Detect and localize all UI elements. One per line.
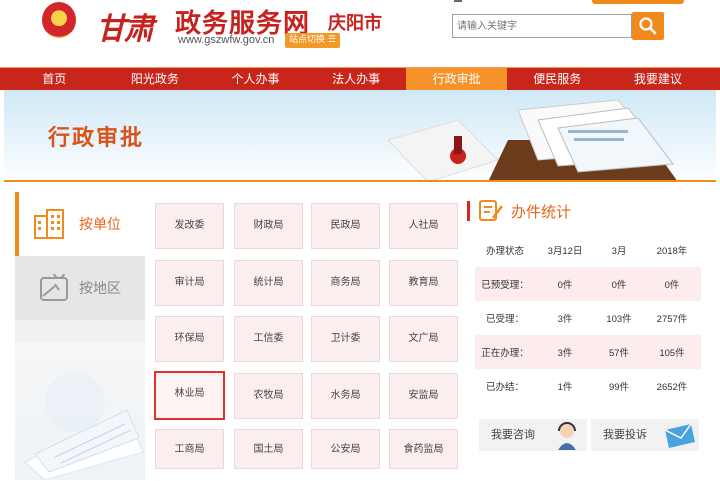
main-nav: 首页 阳光政务 个人办事 法人办事 行政审批 便民服务 我要建议 <box>0 67 720 90</box>
table-cell: 已办结： <box>485 382 524 393</box>
dept-button[interactable]: 人社局 <box>389 203 458 249</box>
dept-button[interactable]: 文广局 <box>389 316 458 362</box>
site-switch-label: 站点切换 <box>289 35 326 45</box>
nav-item-convenience[interactable]: 便民服务 <box>507 68 608 90</box>
dept-button[interactable]: 商务局 <box>311 260 380 306</box>
consult-label: 我要咨询 <box>491 428 535 441</box>
dept-button[interactable]: 发改委 <box>155 203 224 249</box>
table-cell: 3件 <box>535 335 595 369</box>
table-header-row: 办理状态 3月12日 3月 2018年 <box>475 233 701 267</box>
stats-title: 办件统计 <box>511 203 572 221</box>
tab-by-unit-label: 按单位 <box>79 217 121 233</box>
map-pin-icon <box>40 274 68 301</box>
table-cell: 3件 <box>557 314 573 325</box>
envelope-icon <box>664 423 695 448</box>
table-header-cell: 办理状态 <box>485 246 524 257</box>
nav-item-home[interactable]: 首页 <box>4 68 105 90</box>
search-icon <box>639 17 657 35</box>
complain-label: 我要投诉 <box>603 428 647 441</box>
tab-by-unit[interactable]: 按单位 <box>15 192 145 256</box>
dept-button[interactable]: 水务局 <box>311 373 380 419</box>
table-cell: 105件 <box>643 335 701 369</box>
site-url: www.gszwfw.gov.cn <box>178 34 275 46</box>
category-tabs: 按单位 按地区 <box>15 192 145 480</box>
table-header-cell: 2018年 <box>656 246 688 257</box>
complain-button[interactable]: 我要投诉 <box>591 419 699 451</box>
building-icon <box>34 209 64 239</box>
dept-button[interactable]: 食药监局 <box>389 429 458 469</box>
top-orange-tab[interactable] <box>592 0 684 4</box>
nav-item-admin-approval[interactable]: 行政审批 <box>406 68 507 90</box>
dept-button[interactable]: 工商局 <box>155 429 224 469</box>
table-cell: 0件 <box>643 267 701 301</box>
page-banner: 行政审批 <box>4 90 716 182</box>
table-cell: 0件 <box>595 267 643 301</box>
table-cell: 正在办理： <box>475 335 535 369</box>
section-marker <box>467 201 470 221</box>
top-link-fragment[interactable] <box>454 0 462 2</box>
city-name: 庆阳市 <box>328 13 382 34</box>
dept-button[interactable]: 环保局 <box>155 316 224 362</box>
dept-button[interactable]: 民政局 <box>311 203 380 249</box>
table-row: 已办结： 1件 99件 2652件 <box>475 369 701 403</box>
dept-button-selected[interactable]: 林业局 <box>154 371 225 420</box>
dept-button[interactable]: 审计局 <box>155 260 224 306</box>
search-input[interactable] <box>452 14 632 38</box>
tab-by-area-label: 按地区 <box>79 281 121 297</box>
dept-button[interactable]: 财政局 <box>234 203 303 249</box>
dept-button[interactable]: 安监局 <box>389 373 458 419</box>
table-header-cell: 3月 <box>611 246 627 257</box>
table-row: 已受理： 3件 103件 2757件 <box>475 301 701 335</box>
dept-button[interactable]: 工信委 <box>234 316 303 362</box>
dept-button[interactable]: 统计局 <box>234 260 303 306</box>
menu-lines-icon: ☰ <box>327 35 336 45</box>
nav-item-sunshine-affairs[interactable]: 阳光政务 <box>105 68 206 90</box>
table-cell: 已预受理： <box>475 267 535 301</box>
site-switch-button[interactable]: 站点切换 ☰ <box>285 33 340 48</box>
dept-button[interactable]: 国土局 <box>234 429 303 469</box>
table-cell: 2757件 <box>656 314 688 325</box>
search-button[interactable] <box>632 12 664 40</box>
table-cell: 2652件 <box>656 382 688 393</box>
notebook-illustration <box>15 342 145 480</box>
table-cell: 103件 <box>606 314 632 325</box>
table-cell: 57件 <box>595 335 643 369</box>
nav-item-corporate[interactable]: 法人办事 <box>306 68 407 90</box>
tab-by-area[interactable]: 按地区 <box>15 256 145 320</box>
dept-button[interactable]: 公安局 <box>311 429 380 469</box>
document-box-illustration <box>388 100 678 182</box>
table-cell: 99件 <box>608 382 630 393</box>
headset-agent-icon <box>558 422 576 450</box>
site-header: ★ 甘肃 政务服务网 庆阳市 www.gszwfw.gov.cn 站点切换 ☰ <box>0 0 720 68</box>
consult-button[interactable]: 我要咨询 <box>479 419 587 451</box>
dept-button[interactable]: 农牧局 <box>234 373 303 419</box>
table-cell: 已受理： <box>485 314 524 325</box>
dept-button[interactable]: 教育局 <box>389 260 458 306</box>
national-emblem-icon: ★ <box>42 2 76 38</box>
page-title: 行政审批 <box>48 126 145 151</box>
document-pen-icon <box>479 200 503 221</box>
table-row: 已预受理： 0件 0件 0件 <box>475 267 701 301</box>
nav-item-suggestion[interactable]: 我要建议 <box>608 68 709 90</box>
case-stats-panel: 办件统计 办理状态 3月12日 3月 2018年 已预受理： 0件 0件 0件 … <box>467 192 705 481</box>
table-cell: 1件 <box>557 382 573 393</box>
gansu-logo[interactable]: 甘肃 <box>96 4 154 48</box>
table-row: 正在办理： 3件 57件 105件 <box>475 335 701 369</box>
nav-item-personal[interactable]: 个人办事 <box>205 68 306 90</box>
table-header-cell: 3月12日 <box>547 246 583 257</box>
table-cell: 0件 <box>535 267 595 301</box>
dept-button[interactable]: 卫计委 <box>311 316 380 362</box>
stats-table: 办理状态 3月12日 3月 2018年 已预受理： 0件 0件 0件 已受理： … <box>475 233 701 403</box>
